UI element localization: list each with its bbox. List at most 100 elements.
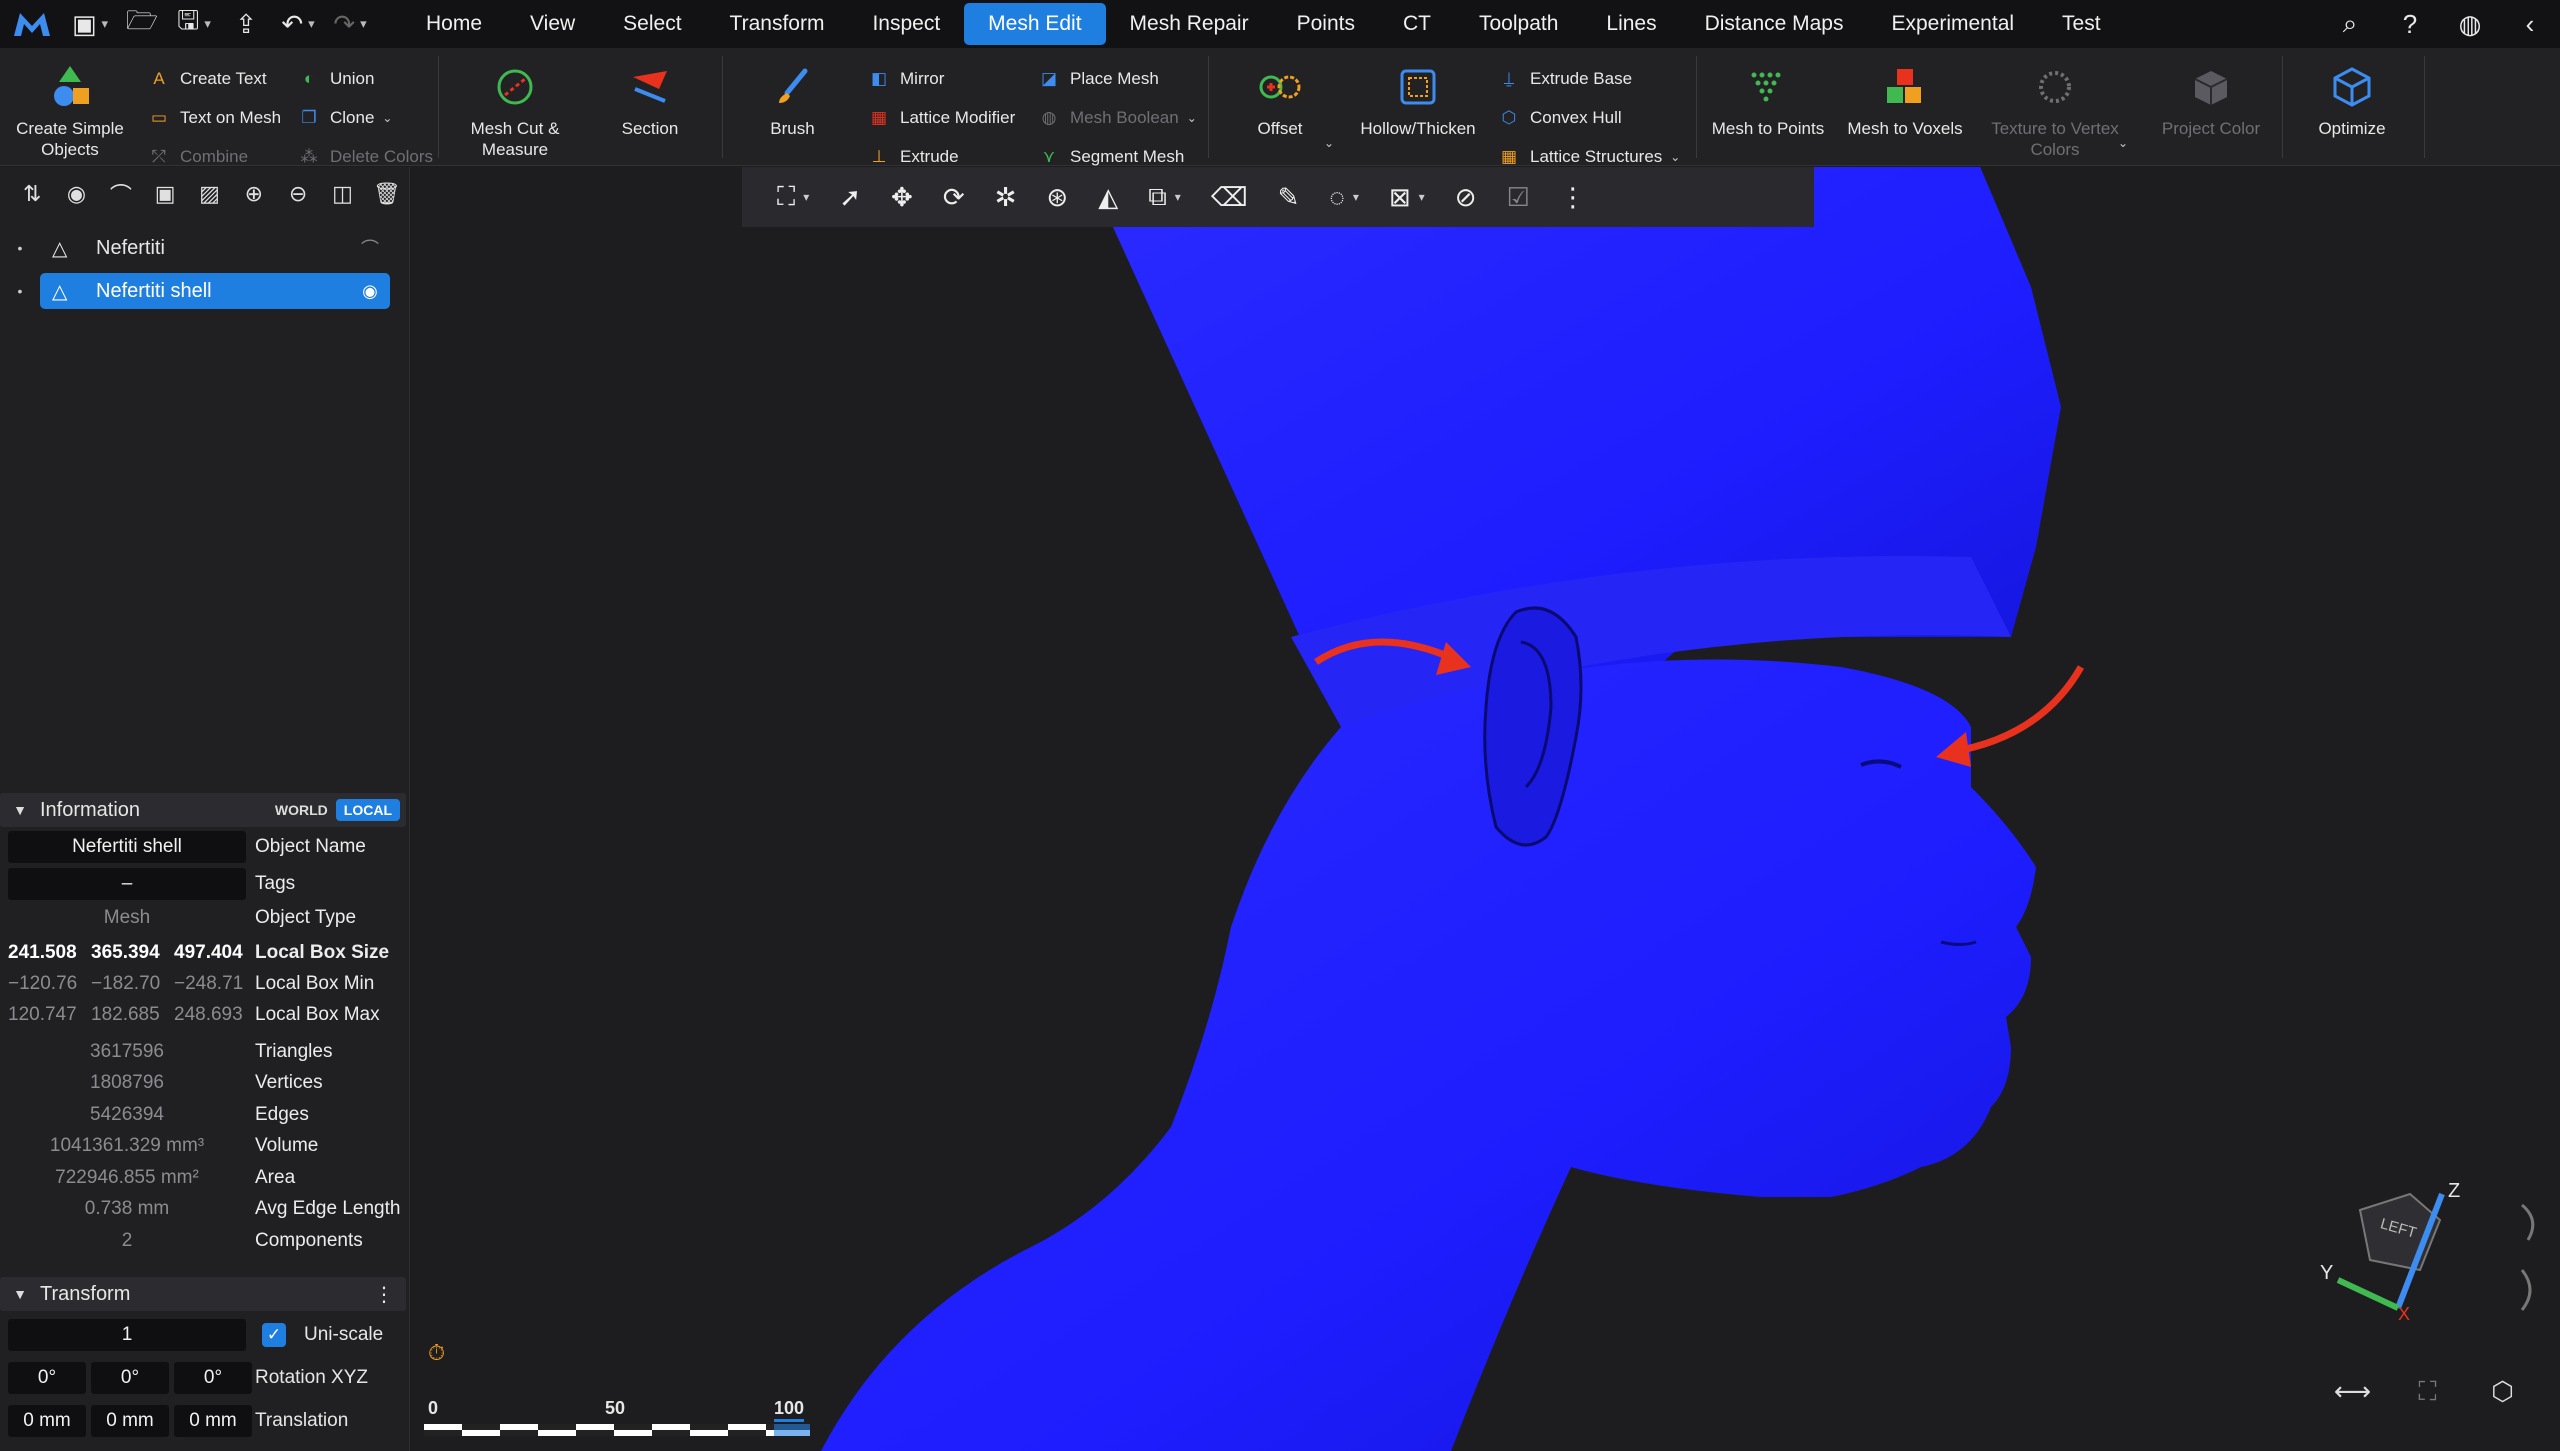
move-down-icon[interactable]: ⊖ — [276, 174, 320, 214]
open-folder-icon[interactable]: 🗁 — [116, 0, 168, 48]
tree-item-nefertiti[interactable]: • △ Nefertiti ⌒ — [0, 230, 400, 266]
tab-mesh-repair[interactable]: Mesh Repair — [1106, 0, 1273, 48]
convex-hull-button[interactable]: ⬡ Convex Hull — [1496, 103, 1622, 133]
translation-y-input[interactable]: 0 mm — [91, 1405, 169, 1437]
mesh-to-voxels-button[interactable]: Mesh to Voxels — [1840, 62, 1970, 139]
texture-to-vertex-colors-button[interactable]: Texture to Vertex Colors — [1985, 62, 2125, 160]
text-on-mesh-button[interactable]: ▭ Text on Mesh — [146, 103, 281, 133]
3d-viewport[interactable] — [411, 167, 2560, 1451]
pen-icon[interactable]: ✎ — [1263, 167, 1315, 227]
tab-ct[interactable]: CT — [1379, 0, 1455, 48]
tab-home[interactable]: Home — [402, 0, 506, 48]
project-color-button[interactable]: Project Color — [2146, 62, 2276, 139]
tab-select[interactable]: Select — [599, 0, 705, 48]
visible-eye-icon[interactable]: ◉ — [350, 281, 390, 302]
app-logo-icon[interactable] — [0, 0, 64, 48]
deselect-icon[interactable]: ▨ — [187, 174, 231, 214]
mirror-button[interactable]: ◧ Mirror — [866, 64, 944, 94]
mesh-cut-measure-button[interactable]: Mesh Cut & Measure — [455, 62, 575, 160]
hidden-eye-icon[interactable]: ⌒ — [350, 235, 390, 261]
sort-icon[interactable]: ⇅ — [10, 174, 54, 214]
rotation-x-input[interactable]: 0° — [8, 1362, 86, 1394]
texture-dropdown[interactable]: ⌄ — [2110, 128, 2128, 158]
view-cube-icon[interactable]: ⬡ — [2465, 1376, 2540, 1408]
export-icon[interactable]: ⇪ — [220, 0, 272, 48]
mesh-to-points-button[interactable]: Mesh to Points — [1706, 62, 1830, 139]
tab-test[interactable]: Test — [2038, 0, 2125, 48]
save-icon[interactable]: 🖫 ▾ — [168, 0, 220, 48]
eye-icon[interactable]: ◉ — [54, 174, 98, 214]
world-toggle[interactable]: WORLD — [267, 799, 336, 821]
select-arrow-icon[interactable]: ➚ — [824, 167, 876, 227]
lattice-modifier-button[interactable]: ▦ Lattice Modifier — [866, 103, 1015, 133]
fit-view-icon[interactable]: ⛶ ▾ — [762, 167, 824, 227]
union-button[interactable]: ◐ Union — [296, 64, 375, 94]
hollow-thicken-button[interactable]: Hollow/Thicken — [1350, 62, 1486, 139]
duplicate-icon[interactable]: ◫ — [320, 174, 364, 214]
mesh-boolean-button[interactable]: ◍ Mesh Boolean ⌄ — [1036, 103, 1197, 133]
tab-experimental[interactable]: Experimental — [1867, 0, 2038, 48]
create-text-button[interactable]: A Create Text — [146, 64, 266, 94]
move-icon[interactable]: ✥ — [876, 167, 928, 227]
globe-icon[interactable]: ◍ — [2440, 0, 2500, 48]
section-button[interactable]: Section — [590, 62, 710, 139]
box-select-icon[interactable]: ⊠ ▾ — [1374, 167, 1440, 227]
measure-ruler-icon[interactable]: ⟷ — [2315, 1376, 2390, 1408]
extrude-base-button[interactable]: ⍊ Extrude Base — [1496, 64, 1632, 94]
tab-toolpath[interactable]: Toolpath — [1455, 0, 1582, 48]
lasso-icon[interactable]: ◌ ▾ — [1314, 167, 1373, 227]
search-icon[interactable]: ⌕ — [2320, 0, 2380, 48]
translation-x-input[interactable]: 0 mm — [8, 1405, 86, 1437]
object-name-field[interactable]: Nefertiti shell — [8, 831, 246, 863]
tree-row-selected[interactable]: △ Nefertiti shell ◉ — [40, 273, 390, 309]
move-up-icon[interactable]: ⊕ — [232, 174, 276, 214]
redo-icon[interactable]: ↷ ▾ — [324, 0, 376, 48]
tab-view[interactable]: View — [506, 0, 599, 48]
help-icon[interactable]: ? — [2380, 0, 2440, 48]
brush-button[interactable]: Brush — [735, 62, 850, 139]
more-options-icon[interactable]: ⋮ — [374, 1282, 394, 1307]
local-toggle[interactable]: LOCAL — [335, 799, 400, 821]
transform-header[interactable]: ▼ Transform ⋮ — [0, 1277, 406, 1311]
trash-icon[interactable]: 🗑 — [365, 174, 409, 214]
rotate-view-arrows[interactable] — [2520, 1203, 2535, 1311]
information-header[interactable]: ▼ Information WORLD LOCAL — [0, 793, 406, 827]
create-simple-objects-button[interactable]: Create Simple Objects — [8, 62, 132, 160]
timer-icon[interactable]: ⏱ — [428, 1340, 445, 1366]
new-scene-icon[interactable]: ▣ ▾ — [64, 0, 116, 48]
tab-distance-maps[interactable]: Distance Maps — [1681, 0, 1868, 48]
rotate-tool-icon[interactable]: ⟳ — [928, 167, 980, 227]
mesh-render[interactable] — [411, 167, 2560, 1451]
offset-dropdown[interactable]: ⌄ — [1316, 128, 1334, 158]
clone-button[interactable]: ❐ Clone ⌄ — [296, 103, 392, 133]
invert-selection-icon[interactable]: ⊘ — [1440, 167, 1492, 227]
tab-mesh-edit[interactable]: Mesh Edit — [964, 3, 1106, 45]
eraser-icon[interactable]: ⌫ — [1196, 167, 1263, 227]
transform-gizmo-icon[interactable]: ✲ — [980, 167, 1032, 227]
collapse-chevron-icon[interactable]: ‹ — [2500, 0, 2560, 48]
rotation-y-input[interactable]: 0° — [91, 1362, 169, 1394]
fit-frame-icon[interactable]: ⛶ — [2390, 1376, 2465, 1408]
select-all-icon[interactable]: ▣ — [143, 174, 187, 214]
optimize-button[interactable]: Optimize — [2292, 62, 2412, 139]
tree-row[interactable]: △ Nefertiti ⌒ — [40, 230, 390, 266]
checkbox-icon[interactable]: ☑ — [1492, 167, 1545, 227]
view-orientation-gizmo[interactable]: LEFT Y Z X — [2300, 1180, 2540, 1340]
rotation-z-input[interactable]: 0° — [174, 1362, 252, 1394]
tab-lines[interactable]: Lines — [1582, 0, 1680, 48]
scale-input[interactable]: 1 — [8, 1319, 246, 1351]
orbit-icon[interactable]: ⊛ — [1031, 167, 1083, 227]
shapes-tool-icon[interactable]: ◭ — [1083, 167, 1133, 227]
tab-inspect[interactable]: Inspect — [848, 0, 964, 48]
more-icon[interactable]: ⋮ — [1545, 167, 1601, 227]
eye-closed-icon[interactable]: ⌒ — [99, 174, 143, 214]
copy-icon[interactable]: ⧉ ▾ — [1133, 167, 1196, 227]
translation-z-input[interactable]: 0 mm — [174, 1405, 252, 1437]
place-mesh-button[interactable]: ◪ Place Mesh — [1036, 64, 1159, 94]
tree-item-nefertiti-shell[interactable]: • △ Nefertiti shell ◉ — [0, 273, 400, 309]
tab-points[interactable]: Points — [1273, 0, 1379, 48]
undo-icon[interactable]: ↶ ▾ — [272, 0, 324, 48]
tab-transform[interactable]: Transform — [706, 0, 849, 48]
tags-field[interactable]: – — [8, 868, 246, 900]
uniscale-checkbox[interactable]: ✓ — [262, 1323, 286, 1347]
